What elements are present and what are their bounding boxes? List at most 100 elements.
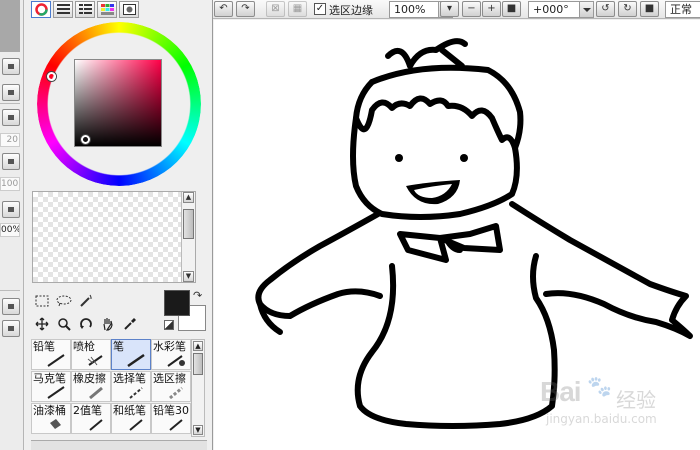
swap-colors-icon[interactable]: ↷ [193, 289, 202, 302]
brush-label: 铅笔 [33, 340, 55, 353]
brush-pen[interactable]: 笔 [111, 339, 151, 370]
chevron-down-icon [579, 2, 593, 17]
left-arm-detail [257, 301, 283, 335]
pen-icon [127, 353, 145, 367]
rotate-icon[interactable] [77, 315, 95, 333]
eyedropper-icon[interactable] [121, 315, 139, 333]
redo-icon[interactable]: ↷ [236, 1, 255, 17]
left-strip: 20 100 00% [0, 0, 24, 450]
brush-label: 马克笔 [33, 372, 66, 385]
selection-edge-checkbox[interactable]: ✓ [314, 3, 326, 15]
select-eraser-icon [169, 386, 183, 399]
saturation-value-square[interactable] [74, 59, 162, 147]
brush-watercolor[interactable]: 水彩笔 [151, 339, 191, 370]
brush-label: 2值笔 [73, 404, 102, 417]
zoom-out-icon[interactable]: − [462, 1, 481, 17]
brush-label: 喷枪 [73, 340, 95, 353]
move-icon[interactable] [33, 315, 51, 333]
canvas-toolbar: ↶ ↷ ⊠ ▦ ✓ 选区边缘 100% ▾ − + ■ +000° ↺ ↻ ■ … [213, 0, 700, 19]
hand-icon[interactable] [99, 315, 117, 333]
selection-edge-label: 选区边缘 [329, 4, 373, 17]
brush-select-eraser[interactable]: 选区擦 [151, 371, 191, 402]
zoom-menu-button[interactable]: ▾ [440, 1, 459, 17]
scroll-thumb[interactable] [183, 209, 194, 239]
brush-grid-scrollbar[interactable]: ▲ ▼ [191, 339, 205, 437]
list-lines-icon[interactable] [53, 1, 73, 18]
brush-washi[interactable]: 和纸笔 [111, 403, 151, 434]
bow-tie [397, 223, 503, 263]
strip-value-3[interactable]: 00% [0, 223, 20, 237]
baidu-watermark: Bai 🐾 经验 jingyan.baidu.com [540, 372, 690, 430]
rect-select-icon[interactable] [33, 292, 51, 310]
brush-label: 油漆桶 [33, 404, 66, 417]
list-indent-icon[interactable] [75, 1, 95, 18]
magic-wand-icon[interactable] [77, 292, 95, 310]
brush-eraser[interactable]: 橡皮擦 [71, 371, 111, 402]
blend-mode-select[interactable]: 正常 [665, 1, 700, 18]
zoom-reset-icon[interactable]: ■ [502, 1, 521, 17]
panel-tabs [31, 1, 139, 19]
scroll-down-icon[interactable]: ▼ [183, 271, 194, 282]
color-wheel[interactable] [37, 22, 201, 186]
binary-pen-icon [89, 419, 103, 431]
watermark-logo: Bai [540, 376, 582, 407]
rotate-left-icon[interactable]: ↺ [596, 1, 615, 17]
blend-mode-value: 正常 [670, 3, 692, 16]
strip-button-4[interactable] [2, 320, 20, 337]
strip-divider [0, 103, 20, 104]
brush-binary[interactable]: 2值笔 [71, 403, 111, 434]
strip-dropdown-2[interactable] [2, 153, 20, 170]
strip-dropdown-1[interactable] [2, 109, 20, 126]
brush-marker[interactable]: 马克笔 [31, 371, 71, 402]
scroll-up-icon[interactable]: ▲ [183, 192, 194, 203]
rotate-reset-icon[interactable]: ■ [640, 1, 659, 17]
strip-button-1[interactable] [2, 58, 20, 75]
sv-marker[interactable] [81, 135, 90, 144]
strip-dropdown-3[interactable] [2, 201, 20, 218]
scroll-thumb[interactable] [193, 353, 203, 375]
brush-select-pen[interactable]: 选择笔 [111, 371, 151, 402]
scroll-up-icon[interactable]: ▲ [193, 341, 203, 351]
hair-front [353, 79, 518, 151]
pencil-icon [169, 419, 183, 431]
brush-label: 选择笔 [113, 372, 146, 385]
navigator-preview[interactable] [0, 0, 20, 52]
body-left-side [354, 253, 558, 429]
eraser-icon [89, 386, 103, 399]
swatch-grid-icon[interactable] [97, 1, 117, 18]
brush-label: 和纸笔 [113, 404, 146, 417]
deselect-icon[interactable]: ⊠ [266, 1, 285, 17]
brush-airbrush[interactable]: 喷枪 [71, 339, 111, 370]
strip-value-2[interactable]: 100 [0, 177, 20, 191]
airbrush-icon [87, 355, 103, 366]
scroll-down-icon[interactable]: ▼ [193, 425, 203, 435]
body-outline [255, 211, 383, 319]
brush-bucket[interactable]: 油漆桶 [31, 403, 71, 434]
lasso-icon[interactable] [55, 292, 73, 310]
scratchpad[interactable]: ▲ ▼ [32, 191, 196, 283]
brush-pencil30[interactable]: 铅笔30 [151, 403, 191, 434]
washi-pen-icon [129, 419, 143, 431]
rotation-value: +000° [533, 3, 569, 16]
scratchpad-scrollbar[interactable]: ▲ ▼ [181, 192, 195, 282]
hue-marker[interactable] [47, 72, 56, 81]
marker-icon [47, 386, 65, 399]
paw-icon: 🐾 [587, 374, 612, 398]
brush-pencil[interactable]: 铅笔 [31, 339, 71, 370]
strip-button-3[interactable] [2, 298, 20, 315]
color-wheel-icon[interactable] [31, 1, 51, 18]
strip-button-2[interactable] [2, 84, 20, 101]
primary-color-swatch[interactable] [164, 290, 190, 316]
reset-colors-icon[interactable] [164, 320, 174, 330]
watermark-url: jingyan.baidu.com [546, 412, 657, 426]
rotation-select[interactable]: +000° [528, 1, 594, 18]
strip-value-1[interactable]: 20 [0, 133, 20, 147]
select-all-icon[interactable]: ▦ [288, 1, 307, 17]
undo-icon[interactable]: ↶ [214, 1, 233, 17]
zoom-in-icon[interactable]: + [482, 1, 501, 17]
window-icon[interactable] [119, 1, 139, 18]
zoom-icon[interactable] [55, 315, 73, 333]
rotate-right-icon[interactable]: ↻ [618, 1, 637, 17]
tool-panel: ▲ ▼ ↷ 铅笔 喷枪 笔 水彩笔 马克笔 橡皮擦 选择笔 选区擦 油漆桶 2值… [25, 0, 213, 450]
brush-label: 水彩笔 [153, 340, 186, 353]
